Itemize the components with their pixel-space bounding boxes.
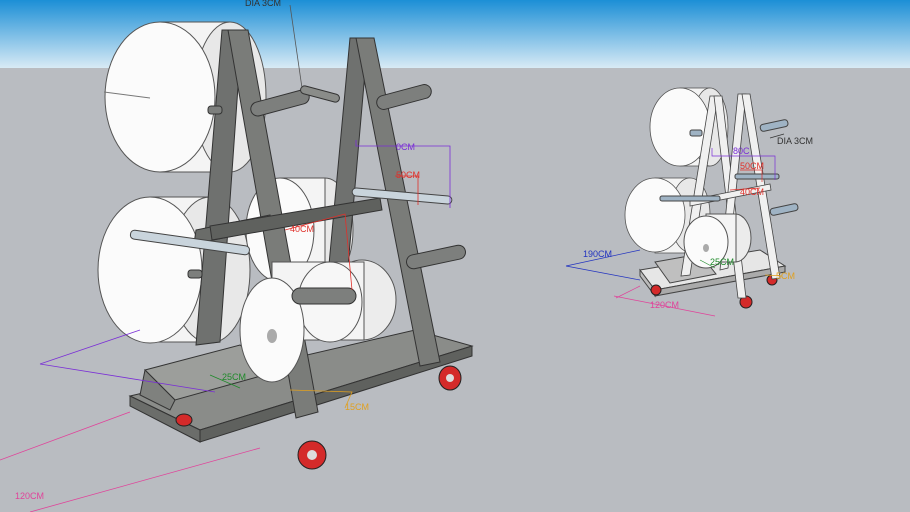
small-50-label: 50CM <box>740 161 764 171</box>
small-80-label: 80C <box>733 146 750 156</box>
small-left-wheel <box>650 284 662 296</box>
small-190-label: 190CM <box>583 249 612 259</box>
small-120-label: 120CM <box>650 300 679 310</box>
large-width-label: 0CM <box>396 142 415 152</box>
large-120-label: 120CM <box>15 491 44 501</box>
large-40-label: 40CM <box>290 224 314 234</box>
model-viewport: DIA 3CM 0CM 50CM 40CM 25CM 15CM 120CM DI… <box>0 0 910 512</box>
small-25-label: 25CM <box>710 257 734 267</box>
small-15-label: 5CM <box>776 271 795 281</box>
small-40-label: 40CM <box>740 187 764 197</box>
small-dia-label: DIA 3CM <box>777 136 813 146</box>
large-25-label: 25CM <box>222 372 246 382</box>
right-wheel <box>438 365 462 391</box>
rear-wheel <box>175 413 193 427</box>
large-dia-label: DIA 3CM <box>245 0 281 8</box>
scene-canvas: DIA 3CM 0CM 50CM 40CM 25CM 15CM 120CM DI… <box>0 0 910 512</box>
large-15-label: 15CM <box>345 402 369 412</box>
front-wheel <box>297 440 327 470</box>
large-50-label: 50CM <box>396 170 420 180</box>
